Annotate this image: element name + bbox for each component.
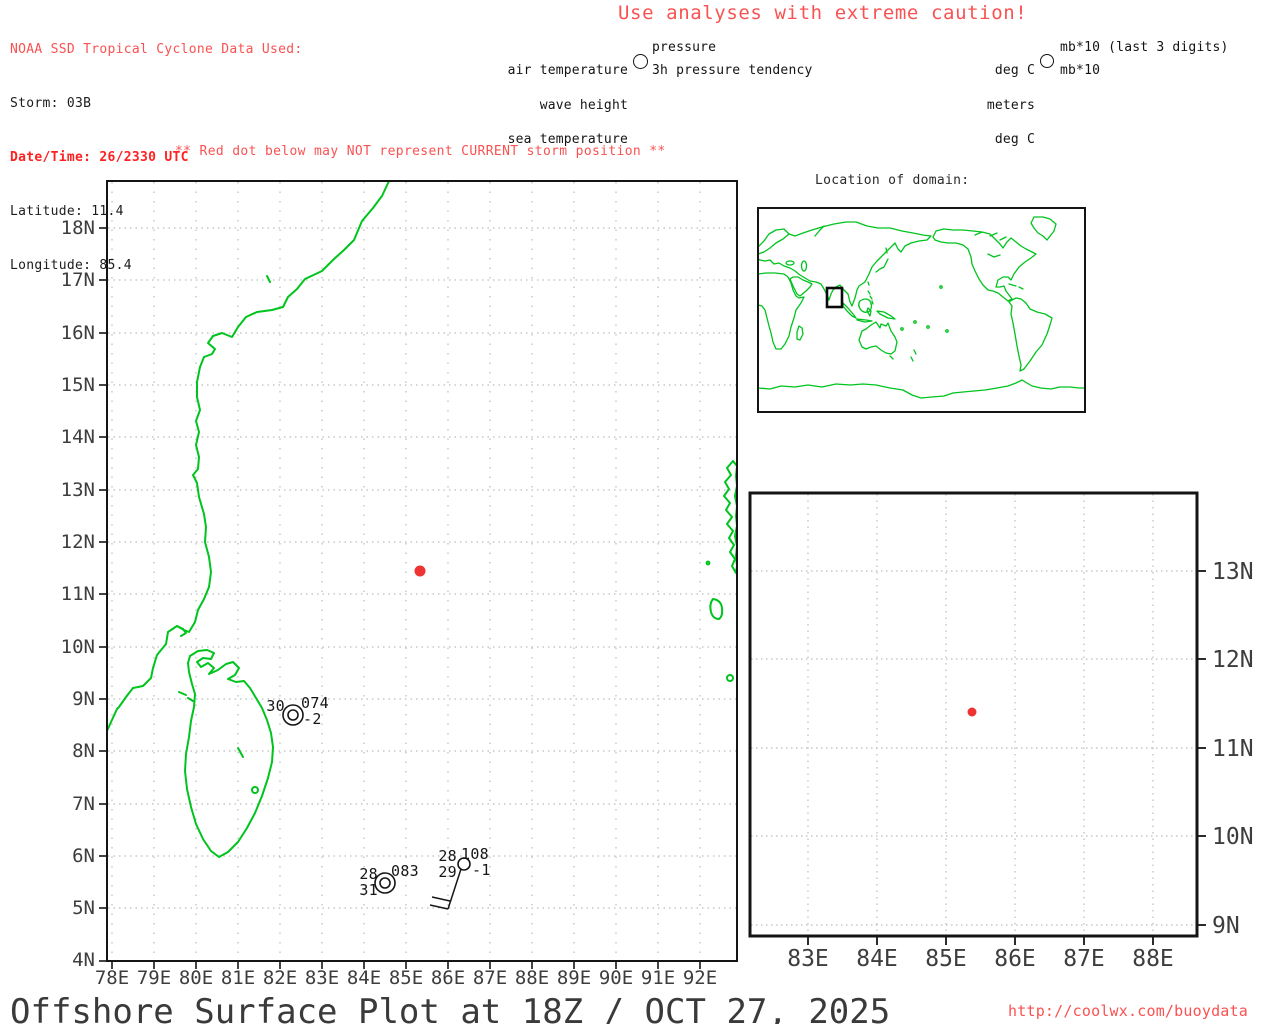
- axis-tick-label: 16N: [61, 322, 95, 344]
- axis-tick-label: 87E: [473, 967, 507, 989]
- zoom-map-y-axis-labels: 13N 12N 11N 10N 9N: [1212, 559, 1254, 939]
- axis-tick-label: 13N: [61, 479, 95, 501]
- legend-wave-height-label: wave height: [539, 97, 628, 113]
- axis-tick-label: 12N: [1212, 647, 1254, 673]
- storm-id-line: Storm: 03B: [10, 96, 92, 111]
- axis-tick-label: 84E: [856, 946, 898, 972]
- station-legend-units-left-column: deg C meters deg C: [955, 42, 1035, 169]
- station3-tendency: -1: [472, 861, 491, 879]
- legend-units-tendency-label: mb*10: [1060, 63, 1101, 78]
- axis-tick-label: 86E: [994, 946, 1036, 972]
- station-model-circle-icon: [633, 54, 648, 69]
- station-plot-values: 30 074 -2 28 083 31 28 108 29 -1: [266, 694, 490, 899]
- legend-units-wave-label: meters: [986, 97, 1035, 113]
- legend-air-temperature-label: air temperature: [507, 63, 628, 78]
- axis-tick-label: 8N: [72, 740, 95, 762]
- inset-map-title: Location of domain:: [815, 173, 970, 188]
- axis-tick-label: 86E: [431, 967, 465, 989]
- station1-air-temp: 30: [266, 697, 285, 715]
- main-map-x-axis-labels: 78E 79E 80E 81E 82E 83E 84E 85E 86E 87E …: [95, 967, 717, 989]
- zoom-map-horizontal-gridlines: [751, 570, 1196, 926]
- world-coastlines: [757, 216, 1086, 399]
- axis-tick-label: 82E: [263, 967, 297, 989]
- station-model-circle-icon: [1040, 54, 1054, 68]
- axis-tick-label: 80E: [179, 967, 213, 989]
- world-inset-map: [757, 207, 1086, 413]
- axis-tick-label: 92E: [683, 967, 717, 989]
- axis-tick-label: 12N: [61, 531, 95, 553]
- axis-tick-label: 14N: [61, 426, 95, 448]
- axis-tick-label: 85E: [389, 967, 423, 989]
- axis-tick-label: 11N: [1212, 736, 1254, 762]
- axis-tick-label: 79E: [137, 967, 171, 989]
- axis-tick-label: 88E: [515, 967, 549, 989]
- axis-tick-label: 78E: [95, 967, 129, 989]
- zoom-map: 83E 84E 85E 86E 87E 88E 13N 12N 11N 10N …: [748, 491, 1254, 972]
- axis-tick-label: 85E: [925, 946, 967, 972]
- axis-tick-label: 9N: [1212, 913, 1240, 939]
- storm-latitude-line: Latitude: 11.4: [10, 204, 124, 219]
- legend-pressure-tendency-label: 3h pressure tendency: [652, 63, 813, 78]
- axis-tick-label: 88E: [1132, 946, 1174, 972]
- storm-longitude-line: Longitude: 85.4: [10, 258, 132, 273]
- axis-tick-label: 10N: [61, 636, 95, 658]
- offshore-surface-plot-page: 30 074 -2 28 083 31 28 108 29 -1 78E 79E…: [0, 0, 1280, 1024]
- main-map-y-axis-labels: 18N 17N 16N 15N 14N 13N 12N 11N 10N 9N 8…: [61, 217, 95, 971]
- axis-tick-label: 81E: [221, 967, 255, 989]
- zoom-map-vertical-gridlines: [807, 494, 1154, 935]
- axis-tick-label: 83E: [787, 946, 829, 972]
- axis-tick-label: 10N: [1212, 824, 1254, 850]
- legend-units-sea-label: deg C: [994, 132, 1035, 147]
- storm-position-warning: ** Red dot below may NOT represent CURRE…: [175, 144, 666, 159]
- storm-position-dot: [414, 565, 426, 577]
- station2-pressure: 083: [391, 862, 419, 880]
- station3-sea-temp: 29: [438, 863, 457, 881]
- axis-tick-label: 6N: [72, 845, 95, 867]
- station-plot-1: [282, 704, 304, 726]
- legend-units-air-label: deg C: [994, 63, 1035, 78]
- legend-pressure-label: pressure: [652, 40, 717, 55]
- zoom-map-ticks: [807, 570, 1206, 945]
- axis-tick-label: 91E: [641, 967, 675, 989]
- axis-tick-label: 83E: [305, 967, 339, 989]
- station2-sea-temp: 31: [359, 881, 378, 899]
- axis-tick-label: 84E: [347, 967, 381, 989]
- plot-title: Offshore Surface Plot at 18Z / OCT 27, 2…: [10, 992, 891, 1024]
- axis-tick-label: 7N: [72, 793, 95, 815]
- main-map-ticks: [99, 227, 701, 969]
- caution-banner: Use analyses with extreme caution!: [618, 2, 1028, 24]
- legend-units-pressure-label: mb*10 (last 3 digits): [1060, 40, 1229, 55]
- axis-tick-label: 9N: [72, 688, 95, 710]
- storm-info-title: NOAA SSD Tropical Cyclone Data Used:: [10, 42, 303, 57]
- station1-tendency: -2: [303, 710, 322, 728]
- axis-tick-label: 11N: [61, 583, 95, 605]
- axis-tick-label: 5N: [72, 897, 95, 919]
- axis-tick-label: 89E: [557, 967, 591, 989]
- source-url-link[interactable]: http://coolwx.com/buoydata: [1008, 1002, 1248, 1020]
- axis-tick-label: 90E: [599, 967, 633, 989]
- axis-tick-label: 15N: [61, 374, 95, 396]
- axis-tick-label: 4N: [72, 949, 95, 971]
- axis-tick-label: 13N: [1212, 559, 1254, 585]
- storm-position-dot-zoom: [967, 707, 977, 717]
- zoom-map-x-axis-labels: 83E 84E 85E 86E 87E 88E: [787, 946, 1174, 972]
- world-inset-frame: [757, 207, 1086, 413]
- axis-tick-label: 87E: [1063, 946, 1105, 972]
